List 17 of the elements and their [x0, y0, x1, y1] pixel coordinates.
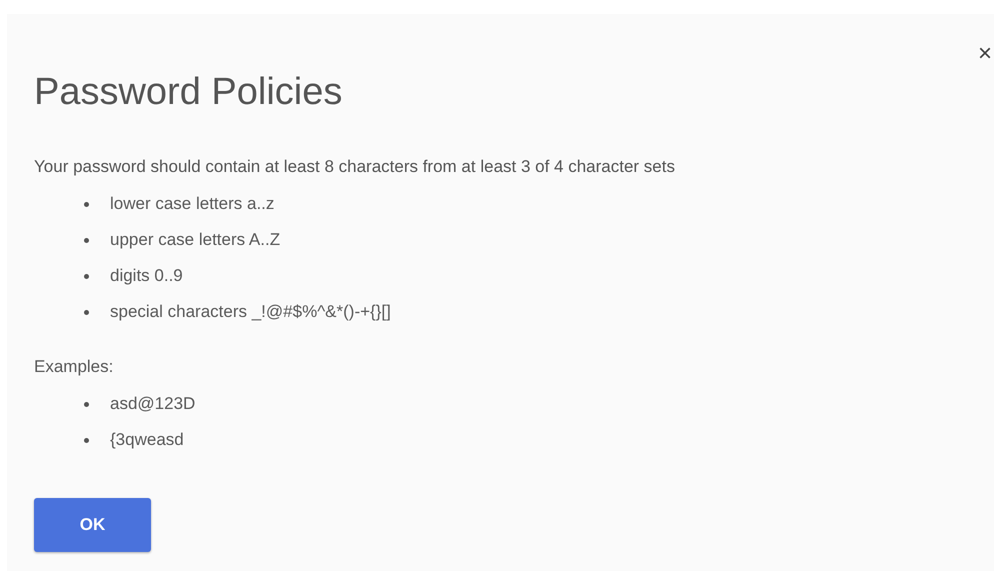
- dialog-title: Password Policies: [34, 70, 342, 114]
- examples-label: Examples:: [34, 356, 114, 378]
- bullet-icon: [84, 438, 89, 442]
- list-item: {3qweasd: [110, 430, 184, 450]
- bullet-icon: [84, 238, 89, 242]
- bullet-icon: [84, 274, 89, 278]
- ok-button[interactable]: OK: [34, 498, 151, 552]
- bullet-icon: [84, 402, 89, 406]
- bullet-icon: [84, 202, 89, 206]
- close-button[interactable]: ×: [976, 40, 994, 68]
- list-item: asd@123D: [110, 394, 196, 414]
- bullet-icon: [84, 310, 89, 314]
- list-item: upper case letters A..Z: [110, 230, 280, 250]
- list-item: special characters _!@#$%^&*()-+{}[]: [110, 302, 391, 322]
- list-item: digits 0..9: [110, 266, 183, 286]
- intro-text: Your password should contain at least 8 characters from at least 3 of 4 character sets: [34, 156, 675, 178]
- list-item: lower case letters a..z: [110, 194, 274, 214]
